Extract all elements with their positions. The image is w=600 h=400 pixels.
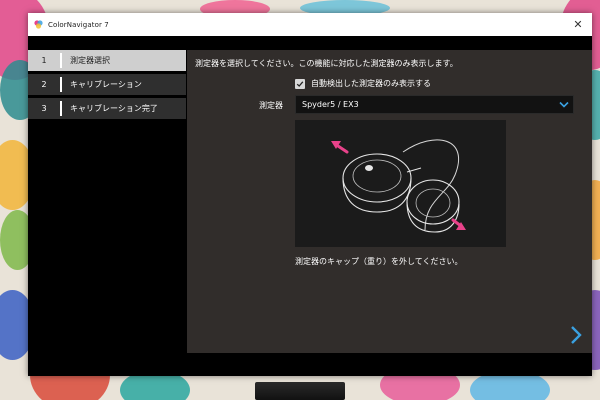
step-number: 1 bbox=[41, 56, 47, 65]
step-number: 2 bbox=[41, 80, 47, 89]
step-number: 3 bbox=[41, 104, 47, 113]
instruction-text: 測定器を選択してください。この機能に対応した測定器のみ表示します。 bbox=[195, 59, 458, 68]
auto-detect-checkbox[interactable] bbox=[295, 78, 305, 89]
step-calibration[interactable]: 2 キャリブレーション bbox=[28, 74, 186, 95]
device-illustration bbox=[295, 120, 506, 247]
device-select[interactable]: Spyder5 / EX3 bbox=[295, 95, 574, 114]
step-calibration-complete[interactable]: 3 キャリブレーション完了 bbox=[28, 98, 186, 119]
auto-detect-row: 自動検出した測定器のみ表示する bbox=[295, 78, 431, 89]
content-panel: 測定器を選択してください。この機能に対応した測定器のみ表示します。 自動検出した… bbox=[187, 50, 592, 353]
app-window: ColorNavigator 7 ✕ 1 測定器選択 2 キャリブレーション 3… bbox=[28, 13, 592, 376]
next-button[interactable] bbox=[568, 324, 584, 346]
auto-detect-label: 自動検出した測定器のみ表示する bbox=[311, 79, 431, 88]
window-title: ColorNavigator 7 bbox=[48, 20, 109, 29]
step-label: キャリブレーション完了 bbox=[70, 104, 158, 113]
checkmark-icon bbox=[296, 80, 304, 87]
close-icon: ✕ bbox=[573, 18, 583, 31]
chevron-down-icon bbox=[555, 101, 573, 108]
title-bar: ColorNavigator 7 ✕ bbox=[28, 13, 592, 36]
step-divider bbox=[60, 53, 62, 68]
chevron-right-icon bbox=[571, 326, 582, 344]
steps-sidebar: 1 測定器選択 2 キャリブレーション 3 キャリブレーション完了 bbox=[28, 50, 186, 122]
step-select-device[interactable]: 1 測定器選択 bbox=[28, 50, 186, 71]
step-divider bbox=[60, 77, 62, 92]
remove-cap-instruction: 測定器のキャップ（重り）を外してください。 bbox=[295, 257, 463, 266]
step-label: 測定器選択 bbox=[70, 56, 110, 65]
close-button[interactable]: ✕ bbox=[564, 13, 592, 36]
step-label: キャリブレーション bbox=[70, 80, 142, 89]
step-divider bbox=[60, 101, 62, 116]
device-label: 測定器 bbox=[259, 101, 283, 110]
monitor-stand bbox=[255, 382, 345, 400]
device-select-value: Spyder5 / EX3 bbox=[302, 100, 359, 109]
colornavigator-icon bbox=[34, 20, 43, 29]
